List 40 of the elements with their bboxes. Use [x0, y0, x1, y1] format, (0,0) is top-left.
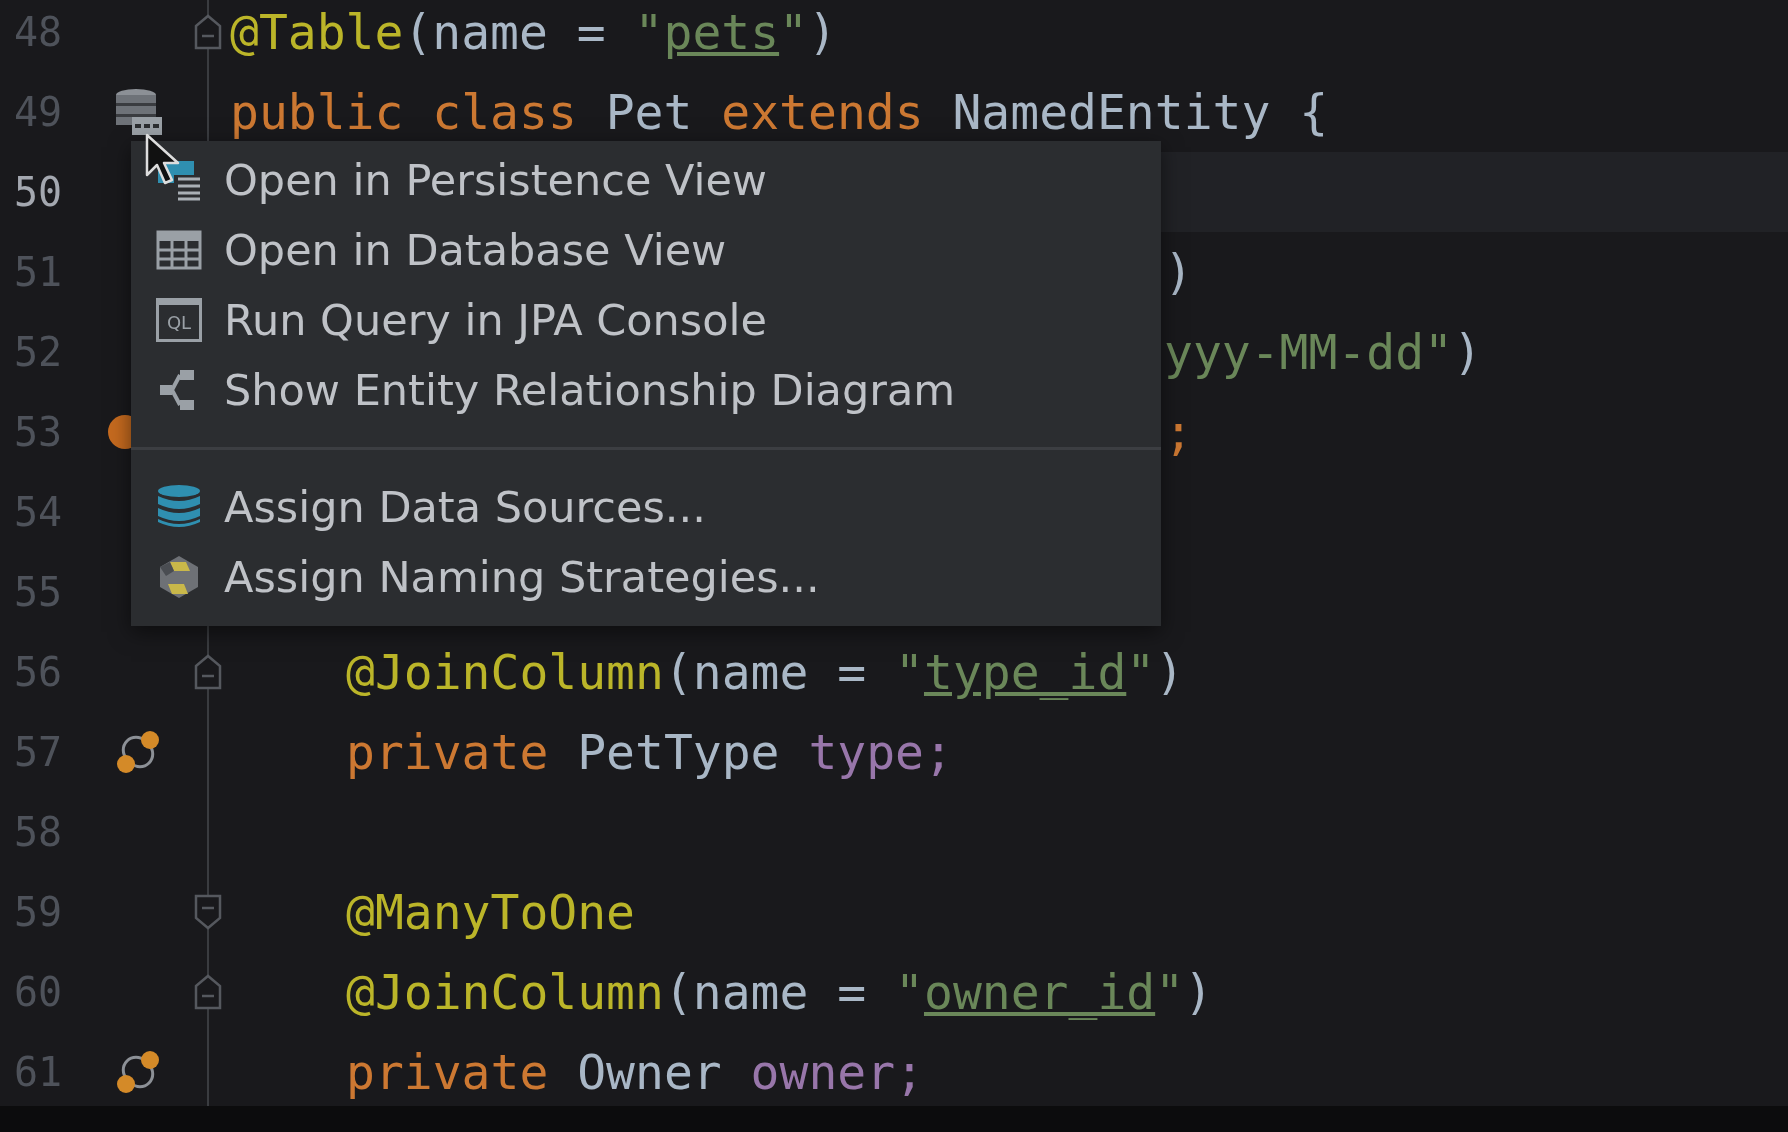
line-number: 48 [13, 9, 64, 55]
line-number: 56 [13, 649, 64, 695]
code-text: private Owner owner; [346, 1044, 924, 1100]
database-icon [156, 484, 202, 530]
menu-item[interactable]: Assign Data Sources... [131, 472, 1161, 542]
line-number: 50 [13, 169, 64, 215]
line-number: 58 [13, 809, 64, 855]
code-text: public class Pet extends NamedEntity { [230, 84, 1329, 140]
menu-item[interactable]: QL Run Query in JPA Console [131, 285, 1161, 355]
fold-marker-icon[interactable] [193, 14, 222, 50]
line-number: 57 [13, 729, 64, 775]
database-table-icon[interactable] [113, 87, 162, 137]
line-number: 51 [13, 249, 64, 295]
line-number: 55 [13, 569, 64, 615]
line-number: 53 [13, 409, 64, 455]
menu-item[interactable]: Assign Naming Strategies... [131, 542, 1161, 612]
code-text: @JoinColumn(name = "owner_id") [346, 964, 1213, 1020]
menu-item[interactable]: Show Entity Relationship Diagram [131, 355, 1161, 425]
relation-icon[interactable] [114, 1049, 161, 1095]
mouse-cursor-icon [145, 133, 181, 185]
relation-icon[interactable] [114, 729, 161, 775]
line-number: 61 [13, 1049, 64, 1095]
code-text: ; [1164, 404, 1193, 460]
line-number: 49 [13, 89, 64, 135]
code-text: @ManyToOne [346, 884, 635, 940]
line-number: 59 [13, 889, 64, 935]
console-icon: QL [156, 298, 202, 342]
code-text: ) [1164, 244, 1193, 300]
code-text: yyy-MM-dd") [1164, 324, 1482, 380]
menu-item[interactable]: Open in Database View [131, 215, 1161, 285]
fold-marker-icon[interactable] [193, 654, 222, 690]
fold-marker-icon[interactable] [193, 974, 222, 1010]
line-number: 54 [13, 489, 64, 535]
fold-marker-icon[interactable] [193, 894, 222, 930]
code-text: @Table(name = "pets") [230, 4, 837, 60]
code-text: @JoinColumn(name = "type_id") [346, 644, 1185, 700]
line-number: 52 [13, 329, 64, 375]
code-text: private PetType type; [346, 724, 953, 780]
table-grid-icon [156, 230, 202, 270]
line-number: 60 [13, 969, 64, 1015]
